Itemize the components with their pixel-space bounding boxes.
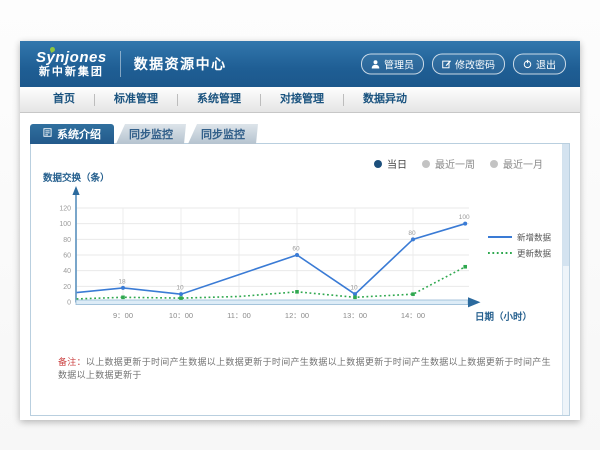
svg-text:12：00: 12：00 xyxy=(285,311,309,320)
svg-text:10：00: 10：00 xyxy=(169,311,193,320)
svg-text:100: 100 xyxy=(59,221,71,228)
svg-text:100: 100 xyxy=(459,214,470,221)
chart-panel: 当日 最近一周 最近一月 数据交换（条）日期（小时）9：0010：0011：00… xyxy=(30,143,570,416)
logo: Synjones 新中新集团 xyxy=(36,50,107,78)
tab-sync-monitor-2[interactable]: 同步监控 xyxy=(188,124,258,144)
nav-item-interface-mgmt[interactable]: 对接管理 xyxy=(261,87,343,112)
chart-axes: 数据交换（条） 日期（小时） xyxy=(42,172,532,323)
legend-item-更新数据[interactable]: 更新数据 xyxy=(488,249,552,259)
svg-text:0: 0 xyxy=(67,300,71,307)
admin-user-label: 管理员 xyxy=(384,57,414,72)
svg-text:120: 120 xyxy=(59,206,71,213)
page-title: 数据资源中心 xyxy=(134,54,227,74)
svg-text:60: 60 xyxy=(63,253,71,260)
svg-text:80: 80 xyxy=(63,237,71,244)
logo-text-cn: 新中新集团 xyxy=(36,67,107,78)
svg-text:80: 80 xyxy=(408,230,416,237)
power-icon xyxy=(523,60,532,69)
legend-item-新增数据[interactable]: 新增数据 xyxy=(488,233,552,243)
svg-text:9：00: 9：00 xyxy=(113,311,133,320)
nav-item-standard-mgmt[interactable]: 标准管理 xyxy=(95,87,177,112)
edit-icon xyxy=(442,60,451,69)
svg-text:日期（小时）: 日期（小时） xyxy=(475,311,532,323)
svg-text:新增数据: 新增数据 xyxy=(517,233,552,243)
tab-label: 同步监控 xyxy=(129,126,173,142)
logo-text-en: Synjones xyxy=(36,50,107,65)
nav-item-system-mgmt[interactable]: 系统管理 xyxy=(178,87,260,112)
panel-scrollbar[interactable] xyxy=(562,144,569,415)
tab-label: 同步监控 xyxy=(201,126,245,142)
svg-text:60: 60 xyxy=(292,246,300,253)
admin-user-button[interactable]: 管理员 xyxy=(361,54,424,75)
svg-text:40: 40 xyxy=(63,268,71,275)
logout-button[interactable]: 退出 xyxy=(513,54,566,75)
document-icon xyxy=(43,128,52,140)
change-password-button[interactable]: 修改密码 xyxy=(432,54,505,75)
chart-legend: 新增数据更新数据 xyxy=(488,233,552,259)
change-password-label: 修改密码 xyxy=(455,57,495,72)
tab-sync-monitor-1[interactable]: 同步监控 xyxy=(116,124,186,144)
svg-text:14：00: 14：00 xyxy=(401,311,425,320)
footnote-text: 以上数据更新于时间产生数据以上数据更新于时间产生数据以上数据更新于时间产生数据以… xyxy=(58,357,551,380)
svg-text:11：00: 11：00 xyxy=(227,311,251,320)
nav-item-data-change[interactable]: 数据异动 xyxy=(344,87,426,112)
user-icon xyxy=(371,60,380,69)
chart-series: 18 10 60 10 80 100 xyxy=(77,214,470,300)
svg-text:10: 10 xyxy=(176,285,184,292)
svg-text:18: 18 xyxy=(118,278,126,285)
svg-text:13：00: 13：00 xyxy=(343,311,367,320)
main-nav: 首页 标准管理 系统管理 对接管理 数据异动 xyxy=(20,87,580,113)
chart-gridlines xyxy=(76,208,469,300)
svg-text:10: 10 xyxy=(350,285,358,292)
tab-system-intro[interactable]: 系统介绍 xyxy=(30,124,114,144)
app-header: Synjones 新中新集团 数据资源中心 管理员 修改密码 xyxy=(20,41,580,87)
nav-item-home[interactable]: 首页 xyxy=(34,87,94,112)
chart-svg: 数据交换（条） 日期（小时） 9：00 10：00 11：00 12：00 13：00 14：… xyxy=(31,166,569,328)
header-divider xyxy=(120,51,121,77)
tab-bar: 系统介绍 同步监控 同步监控 xyxy=(30,124,258,144)
panel-scrollbar-thumb[interactable] xyxy=(563,144,569,266)
footnote-prefix: 备注： xyxy=(58,357,86,367)
svg-text:数据交换（条）: 数据交换（条） xyxy=(42,172,110,184)
app-window: Synjones 新中新集团 数据资源中心 管理员 修改密码 xyxy=(20,41,580,420)
header-actions: 管理员 修改密码 退出 xyxy=(361,54,566,75)
logout-label: 退出 xyxy=(536,57,556,72)
footnote: 备注：以上数据更新于时间产生数据以上数据更新于时间产生数据以上数据更新于时间产生… xyxy=(58,356,553,381)
svg-text:更新数据: 更新数据 xyxy=(517,249,552,259)
content-area: 系统介绍 同步监控 同步监控 当日 最近一周 xyxy=(20,113,580,420)
svg-text:20: 20 xyxy=(63,284,71,291)
tab-label: 系统介绍 xyxy=(57,126,101,142)
